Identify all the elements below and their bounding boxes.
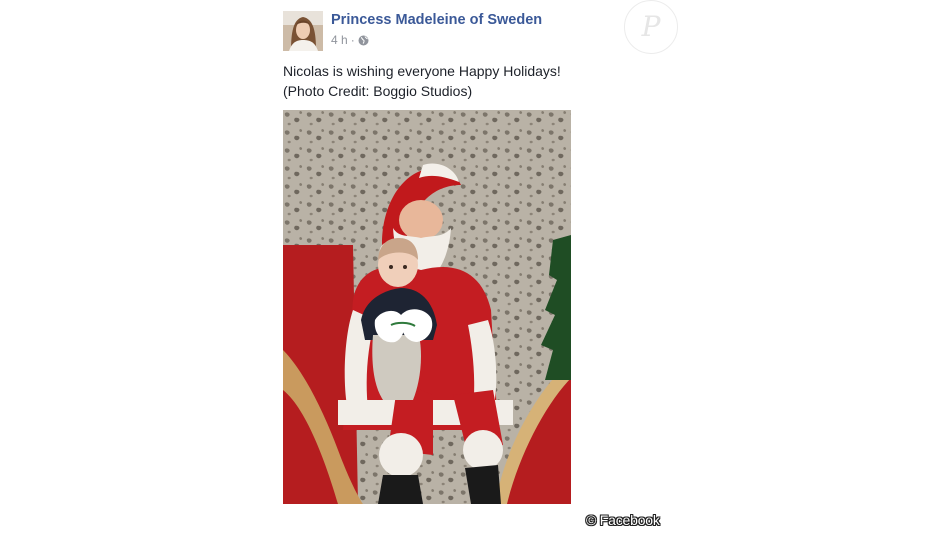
post-text: Nicolas is wishing everyone Happy Holida… (283, 61, 643, 101)
post-text-line: (Photo Credit: Boggio Studios) (283, 83, 473, 99)
page-avatar[interactable] (283, 11, 323, 51)
watermark-letter: P (641, 10, 661, 43)
post-photo[interactable] (283, 110, 571, 504)
globe-icon[interactable] (358, 35, 369, 46)
post-text-line: Nicolas is wishing everyone Happy Holida… (283, 63, 561, 79)
post-meta: 4 h · (331, 33, 369, 47)
page-name-link[interactable]: Princess Madeleine of Sweden (331, 12, 542, 28)
watermark-logo: P (624, 0, 678, 54)
photo-credit: © Facebook (586, 512, 660, 528)
post-timestamp[interactable]: 4 h (331, 33, 348, 47)
meta-separator: · (350, 33, 355, 47)
